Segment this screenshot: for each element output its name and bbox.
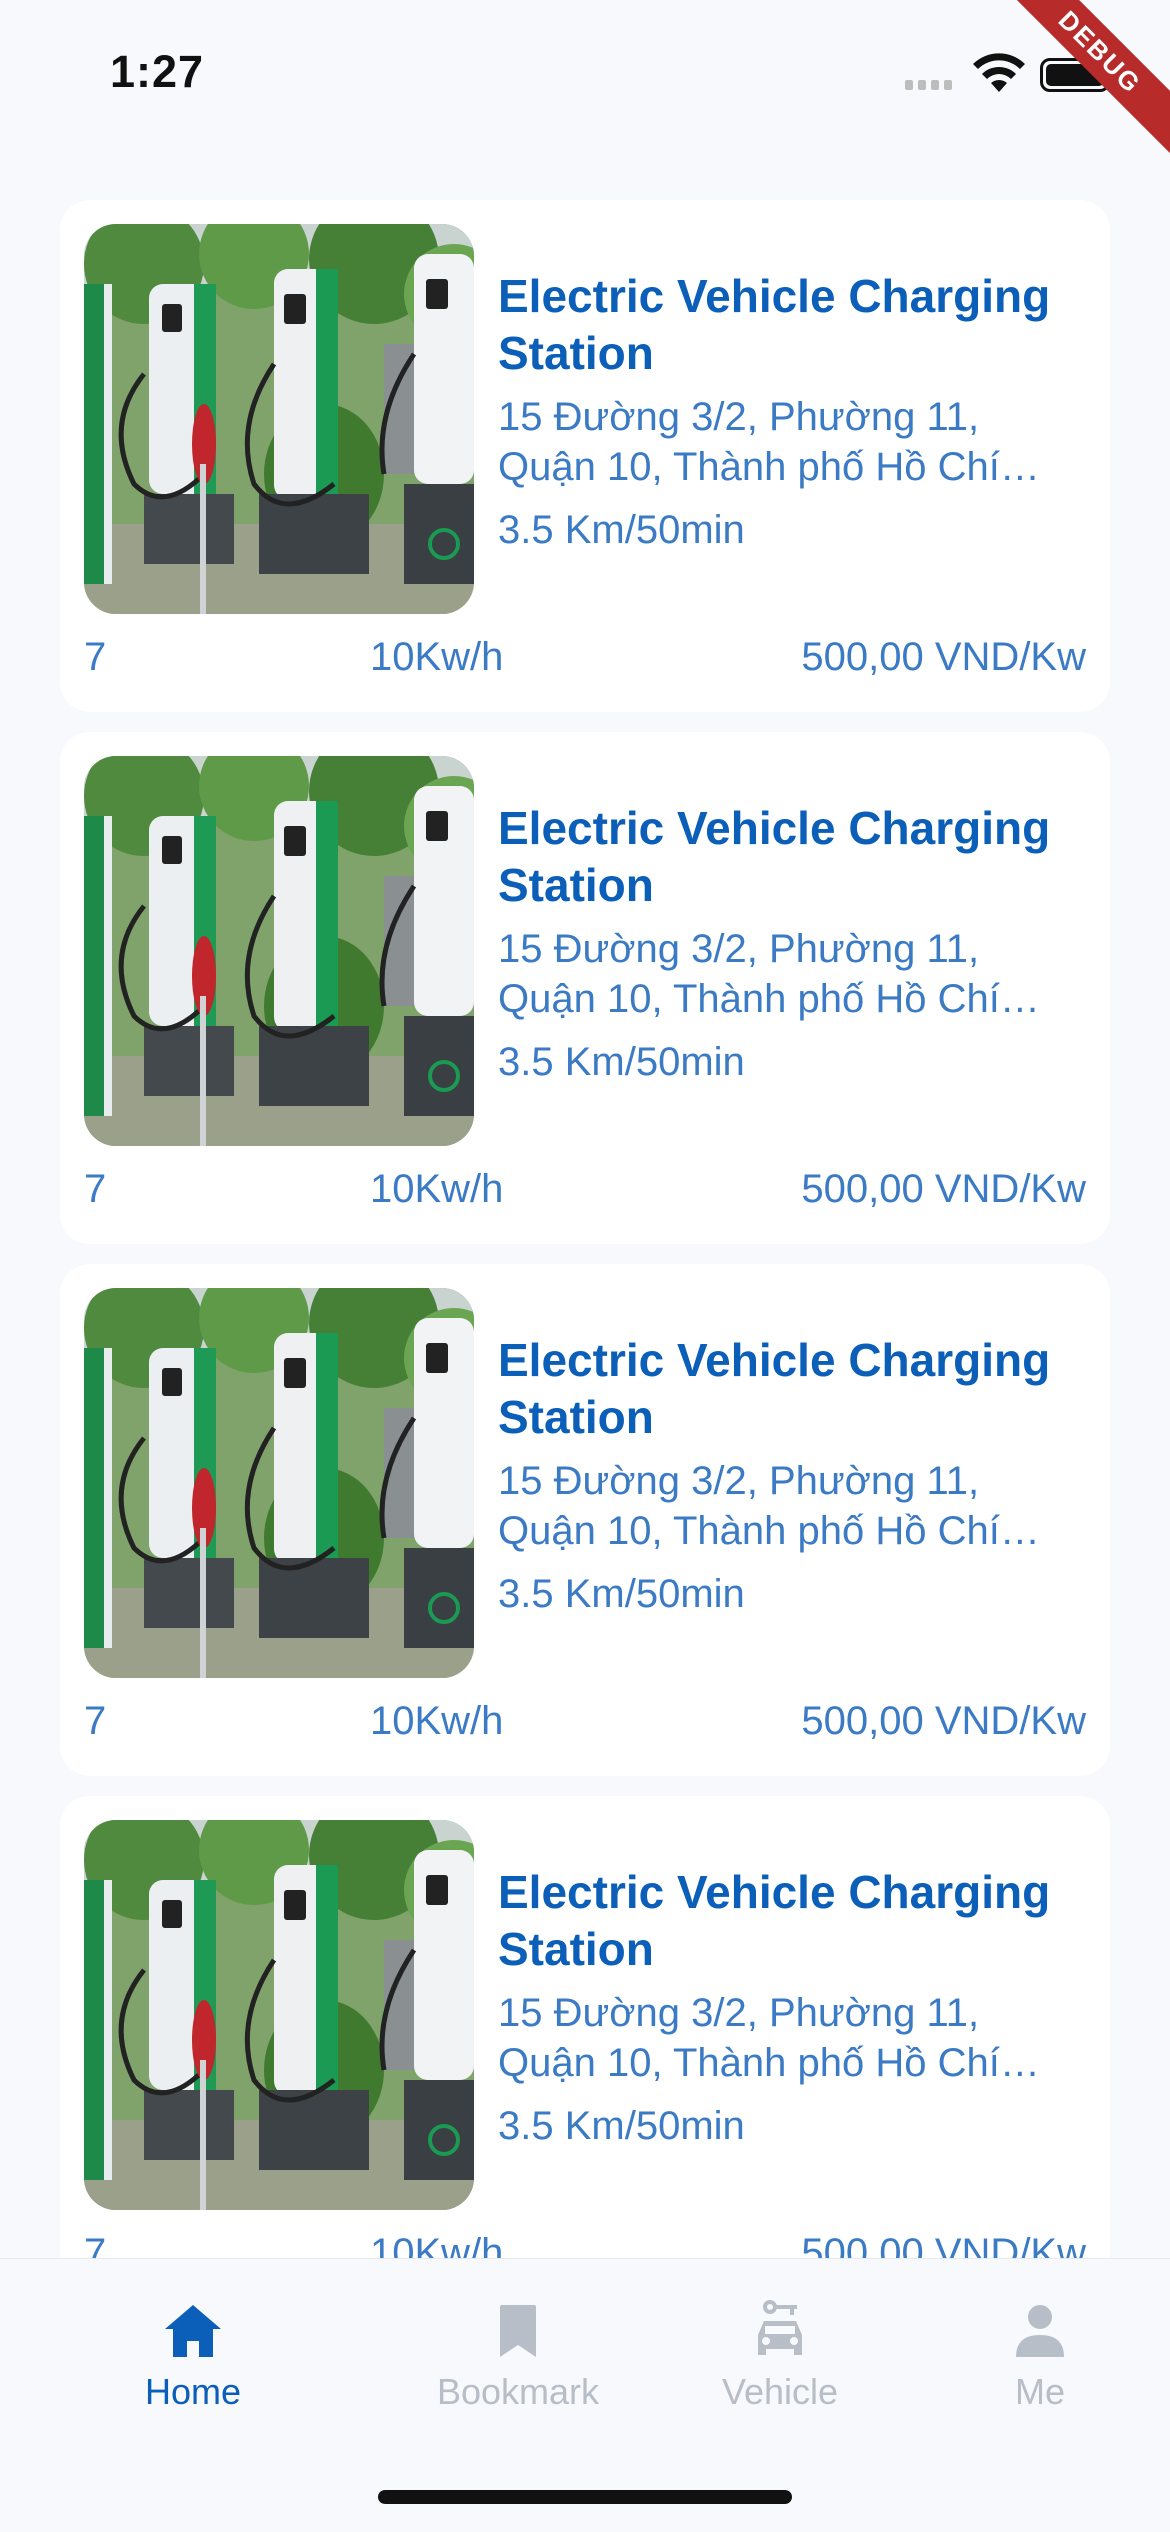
charging-station-image [84, 224, 474, 614]
nav-label-bookmark: Bookmark [436, 2371, 600, 2412]
station-list[interactable]: Electric Vehicle Charging Station 15 Đườ… [60, 200, 1110, 2258]
station-title: Electric Vehicle Charging Station [498, 270, 1051, 379]
charger-count: 7 [84, 635, 107, 679]
charger-count: 7 [84, 2231, 107, 2258]
station-address: 15 Đường 3/2, Phường 11, Quận 10, Thành … [498, 1991, 1000, 2085]
station-info: Electric Vehicle Charging Station 15 Đườ… [498, 800, 1088, 1087]
charger-count: 7 [84, 1699, 107, 1743]
station-address: 15 Đường 3/2, Phường 11, Quận 10, Thành … [498, 927, 1000, 1021]
home-icon [165, 2305, 221, 2357]
station-photo [84, 224, 474, 614]
station-distance: 3.5 Km/50min [498, 2104, 745, 2148]
nav-item-me[interactable]: Me [930, 2299, 1150, 2413]
nav-label-me: Me [1014, 2371, 1065, 2412]
status-bar: 1:27 DEBUG [0, 0, 1170, 174]
station-stats: 7 10Kw/h 500,00 VND/Kw [84, 1696, 1086, 1746]
nav-label-vehicle: Vehicle [721, 2371, 839, 2412]
station-card[interactable]: Electric Vehicle Charging Station 15 Đườ… [60, 1796, 1110, 2258]
person-icon [1016, 2305, 1064, 2357]
charging-station-image [84, 1288, 474, 1678]
charging-price: 500,00 VND/Kw [801, 2231, 1086, 2258]
station-photo [84, 756, 474, 1146]
station-photo [84, 1288, 474, 1678]
station-card[interactable]: Electric Vehicle Charging Station 15 Đườ… [60, 200, 1110, 712]
charging-price: 500,00 VND/Kw [801, 635, 1086, 679]
home-indicator [378, 2490, 792, 2504]
station-info: Electric Vehicle Charging Station 15 Đườ… [498, 1332, 1088, 1619]
station-photo [84, 1820, 474, 2210]
station-stats: 7 10Kw/h 500,00 VND/Kw [84, 2228, 1086, 2258]
status-time: 1:27 [110, 46, 205, 97]
station-info: Electric Vehicle Charging Station 15 Đườ… [498, 268, 1088, 555]
station-title: Electric Vehicle Charging Station [498, 1334, 1051, 1443]
station-title: Electric Vehicle Charging Station [498, 802, 1051, 911]
charger-count: 7 [84, 1167, 107, 1211]
charging-power: 10Kw/h [370, 2231, 504, 2258]
charging-station-image [84, 1820, 474, 2210]
wifi-icon [973, 53, 1025, 92]
charging-station-image [84, 756, 474, 1146]
car-icon [758, 2300, 802, 2355]
station-card[interactable]: Electric Vehicle Charging Station 15 Đườ… [60, 1264, 1110, 1776]
station-card[interactable]: Electric Vehicle Charging Station 15 Đườ… [60, 732, 1110, 1244]
station-distance: 3.5 Km/50min [498, 1572, 745, 1616]
station-address: 15 Đường 3/2, Phường 11, Quận 10, Thành … [498, 395, 1000, 489]
nav-item-bookmark[interactable]: Bookmark [408, 2299, 628, 2413]
nav-item-vehicle[interactable]: Vehicle [670, 2299, 890, 2413]
bookmark-icon [500, 2305, 536, 2357]
app-screen: 1:27 DEBUG Electric Vehicle Charging Sta… [0, 0, 1170, 2532]
charging-price: 500,00 VND/Kw [801, 1167, 1086, 1211]
station-info: Electric Vehicle Charging Station 15 Đườ… [498, 1864, 1088, 2151]
station-address: 15 Đường 3/2, Phường 11, Quận 10, Thành … [498, 1459, 1000, 1553]
charging-power: 10Kw/h [370, 635, 504, 679]
charging-price: 500,00 VND/Kw [801, 1699, 1086, 1743]
station-stats: 7 10Kw/h 500,00 VND/Kw [84, 1164, 1086, 1214]
station-stats: 7 10Kw/h 500,00 VND/Kw [84, 632, 1086, 682]
station-distance: 3.5 Km/50min [498, 1040, 745, 1084]
cellular-signal-icon [905, 80, 952, 90]
station-title: Electric Vehicle Charging Station [498, 1866, 1051, 1975]
charging-power: 10Kw/h [370, 1699, 504, 1743]
charging-power: 10Kw/h [370, 1167, 504, 1211]
nav-item-home[interactable]: Home [83, 2299, 303, 2413]
station-distance: 3.5 Km/50min [498, 508, 745, 552]
nav-label-home: Home [144, 2371, 242, 2412]
